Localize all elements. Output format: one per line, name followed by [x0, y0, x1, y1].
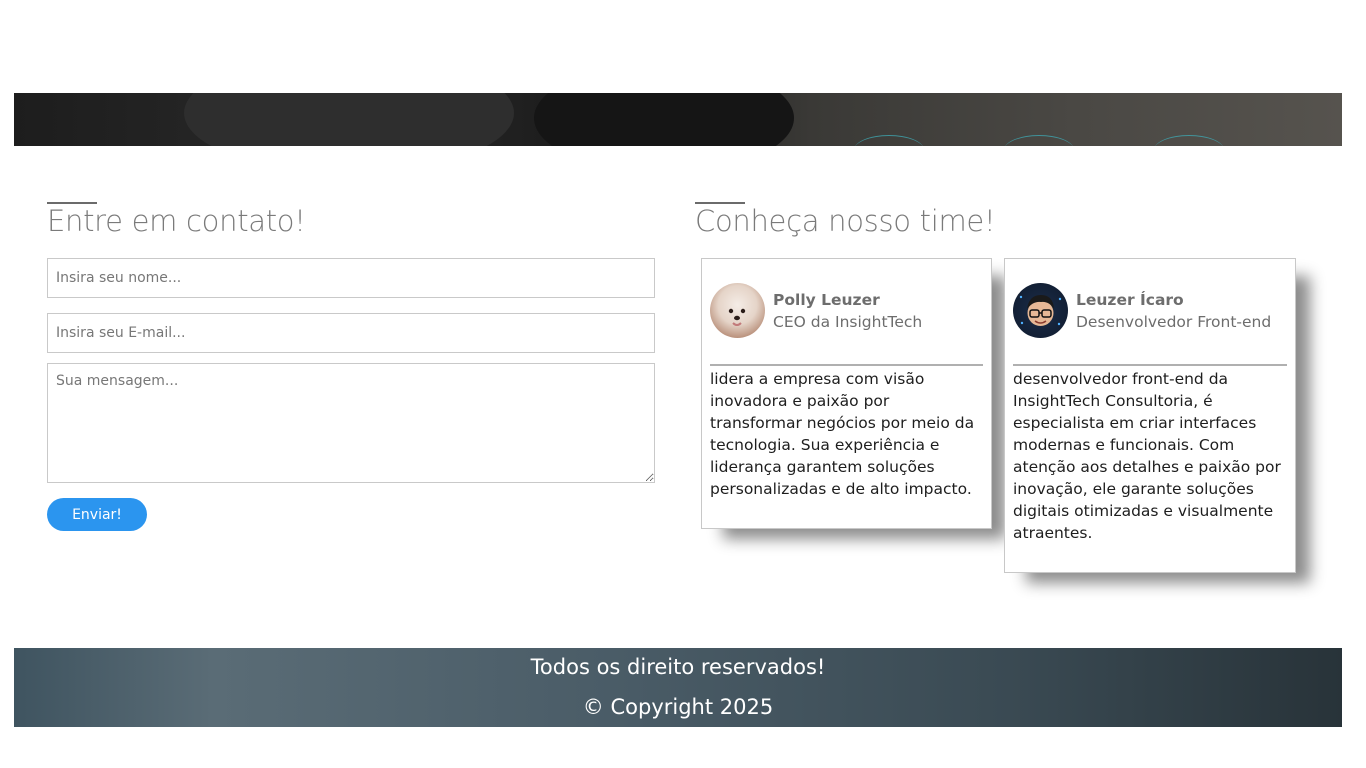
message-textarea[interactable]: [47, 363, 655, 483]
hero-arc: [1004, 135, 1074, 146]
hero-banner-image: [14, 93, 1342, 146]
team-card-icaro: Leuzer Ícaro Desenvolvedor Front-end des…: [1004, 258, 1296, 573]
team-card-polly: Polly Leuzer CEO da InsightTech lidera a…: [701, 258, 992, 529]
member-name: Polly Leuzer: [773, 290, 880, 309]
card-divider: [1013, 364, 1287, 366]
name-input[interactable]: [47, 258, 655, 298]
contact-title: Entre em contato!: [47, 204, 306, 238]
hero-arc: [854, 135, 924, 146]
footer-rights: Todos os direito reservados!: [530, 655, 826, 679]
footer: Todos os direito reservados! © Copyright…: [14, 648, 1342, 727]
member-role: Desenvolvedor Front-end: [1076, 312, 1272, 331]
avatar-developer: [1013, 283, 1068, 338]
member-bio: lidera a empresa com visão inovadora e p…: [710, 370, 975, 498]
avatar-dog: [710, 283, 765, 338]
member-role: CEO da InsightTech: [773, 312, 923, 331]
member-bio: desenvolvedor front-end da InsightTech C…: [1013, 370, 1281, 542]
email-input[interactable]: [47, 313, 655, 353]
team-title: Conheça nosso time!: [695, 204, 996, 238]
hero-shape: [534, 93, 794, 146]
hero-shape: [184, 93, 514, 146]
footer-copyright: © Copyright 2025: [582, 695, 774, 719]
card-divider: [710, 364, 983, 366]
submit-button[interactable]: Enviar!: [47, 498, 147, 531]
member-name: Leuzer Ícaro: [1076, 290, 1184, 309]
hero-arc: [1154, 135, 1224, 146]
